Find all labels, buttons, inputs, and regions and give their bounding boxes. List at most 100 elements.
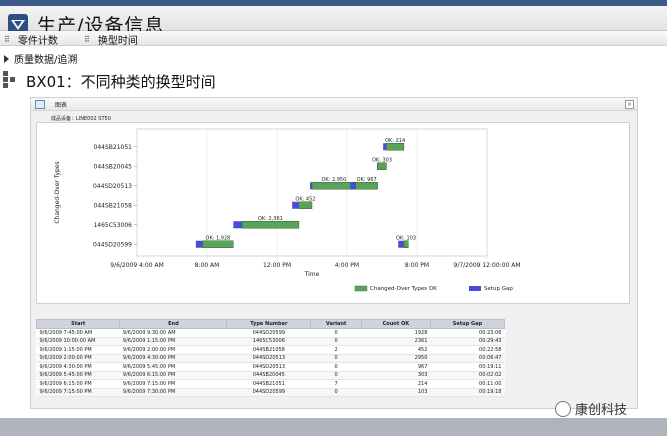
table-row[interactable]: 9/6/2009 10:00:00 AM 9/6/2009 1:15:00 PM 1… [36, 337, 505, 346]
setup-gap-bar [310, 182, 313, 190]
table-row[interactable]: 9/6/2009 6:15:00 PM 9/6/2009 7:15:00 PM 04… [36, 379, 505, 389]
close-icon[interactable]: × [625, 100, 634, 109]
grid-dots-icon [3, 71, 15, 88]
watermark-text: 康创科技 [575, 403, 628, 418]
y-tick-label: 044SB21058 [94, 202, 133, 209]
bar-data-label: OK: 103 [396, 235, 416, 241]
menu-item-changeover-time[interactable]: ⠿ 换型时间 [84, 32, 138, 47]
x-tick-label: 9/7/2009 12:00:00 AM [454, 262, 521, 269]
table-cell: 303 [361, 371, 431, 380]
menu-bullet-icon: ⠿ [4, 35, 10, 44]
x-tick-label: 9/6/2009 4:00 AM [110, 262, 164, 269]
table-row[interactable]: 9/6/2009 5:45:00 PM 9/6/2009 6:15:00 PM 04… [36, 371, 505, 380]
table-cell: 00:29:43 [430, 337, 505, 346]
table-cell: 9/6/2009 4:30:00 PM [36, 362, 120, 372]
table-cell: 9/6/2009 4:30:00 PM [119, 354, 227, 363]
table-cell: 9/6/2009 5:45:00 PM [119, 362, 227, 372]
table-cell: 9/6/2009 9:30:00 AM [119, 328, 227, 338]
table-cell: 9/6/2009 1:15:00 PM [36, 345, 120, 355]
table-row[interactable]: 9/6/2009 4:30:00 PM 9/6/2009 5:45:00 PM 04… [36, 362, 505, 372]
setup-gap-bar [383, 143, 387, 151]
table-cell: 452 [361, 345, 431, 355]
y-tick-label: 044SB20045 [94, 163, 133, 170]
table-cell: 2950 [361, 354, 431, 363]
y-axis-title: Changed-Over Types [54, 161, 61, 223]
table-cell: 9/6/2009 1:15:00 PM [119, 337, 227, 346]
table-cell: 214 [361, 379, 431, 389]
table-cell: 9/6/2009 6:15:00 PM [119, 371, 227, 380]
footer-bar [0, 418, 667, 436]
table-cell: 967 [361, 362, 431, 372]
section-quality-trace[interactable]: 质量数据/追溯 [4, 51, 77, 66]
table-cell: 1465C53006 [226, 337, 311, 346]
menu-bar: ⠿ 零件计数 ⠿ 换型时间 [0, 31, 667, 47]
table-row[interactable]: 9/6/2009 7:45:00 AM 9/6/2009 9:30:00 AM 04… [36, 328, 505, 338]
bar-data-label: OK: 452 [295, 196, 315, 202]
table-cell: 0 [310, 388, 362, 397]
table-cell: 044SD20599 [226, 388, 311, 397]
table-cell: 0 [310, 337, 362, 346]
y-tick-label: 044SD20599 [93, 241, 132, 248]
table-row[interactable]: 9/6/2009 2:00:00 PM 9/6/2009 4:30:00 PM 04… [36, 354, 505, 363]
table-cell: 9/6/2009 7:15:00 PM [119, 379, 227, 389]
bar-data-label: OK: 2,950 [321, 177, 346, 183]
bar-data-label: OK: 303 [372, 157, 392, 163]
column-header: Start [35, 319, 121, 329]
table-cell: 9/6/2009 2:00:00 PM [119, 345, 227, 355]
column-header: Type Number [226, 319, 312, 329]
bar-data-label: OK: 2,361 [258, 216, 283, 222]
table-row[interactable]: 9/6/2009 1:15:00 PM 9/6/2009 2:00:00 PM 04… [36, 345, 505, 355]
table-body: 9/6/2009 7:45:00 AM 9/6/2009 9:30:00 AM 04… [36, 328, 505, 397]
main-heading: BX01：不同种类的换型时间 [26, 73, 216, 91]
expand-arrow-icon [4, 54, 9, 63]
table-cell: 2361 [361, 337, 431, 346]
changeover-ok-bar [355, 182, 378, 190]
gantt-chart: 9/6/2009 4:00 AM 8:00 AM 12:00 PM 4:00 PM 8:… [36, 122, 630, 304]
bar-data-label: OK: 1,928 [206, 235, 231, 241]
table-cell: 00:22:58 [430, 345, 505, 355]
table-cell: 9/6/2009 10:00:00 AM [36, 337, 120, 346]
table-row[interactable]: 9/6/2009 7:15:00 PM 9/6/2009 7:30:00 PM 04… [36, 388, 505, 397]
column-header: Count OK [360, 319, 431, 329]
table-cell: 9/6/2009 2:00:00 PM [36, 354, 120, 363]
x-tick-label: 8:00 PM [405, 262, 429, 269]
table-cell: 044SD20513 [226, 354, 311, 363]
table-cell: 7 [310, 379, 362, 389]
changeover-ok-bar [298, 201, 313, 209]
y-tick-label: 044SD20513 [93, 183, 132, 190]
table-cell: 044SB21058 [226, 345, 311, 355]
legend-label-gap: Setup Gap [484, 286, 513, 292]
table-cell: 9/6/2009 7:15:00 PM [36, 388, 120, 397]
table-cell: 0 [310, 354, 362, 363]
table-cell: 00:19:18 [430, 388, 505, 397]
table-cell: 00:06:47 [430, 354, 505, 363]
x-axis-title: Time [304, 271, 320, 278]
plot-area [136, 128, 488, 257]
changeover-ok-bar [241, 221, 300, 229]
table-cell: 2 [310, 345, 362, 355]
table-cell: 00:19:11 [430, 362, 505, 372]
changeover-ok-bar [377, 162, 387, 170]
legend-label-ok: Changed-Over Types OK [370, 286, 437, 292]
setup-gap-bar [350, 182, 356, 190]
x-tick-label: 8:00 AM [195, 262, 220, 269]
chart-tab-label[interactable]: 图表 [55, 100, 67, 109]
changeover-table: Start End Type Number Variant Count OK S… [35, 319, 506, 397]
column-header: Setup Gap [429, 319, 506, 329]
legend-swatch-gap [469, 286, 481, 291]
table-cell: 00:02:02 [430, 371, 505, 380]
table-cell: 044SB21051 [226, 379, 311, 389]
watermark: 康创科技 [555, 399, 627, 418]
menu-item-label: 零件计数 [17, 36, 58, 47]
y-tick-label: 1465C53006 [93, 222, 132, 229]
setup-gap-bar [233, 221, 242, 229]
column-header: End [119, 319, 228, 329]
panel-header: 图表 × [31, 98, 637, 111]
chart-panel: 图表 × 成品设备：LINE002 ST50 9/6/2009 4:00 AM 8… [30, 97, 638, 409]
gantt-chart-svg: 9/6/2009 4:00 AM 8:00 AM 12:00 PM 4:00 PM 8:… [54, 128, 521, 292]
chart-tab-icon[interactable] [35, 100, 45, 109]
setup-gap-bar [195, 240, 203, 248]
menu-item-part-count[interactable]: ⠿ 零件计数 [4, 32, 58, 47]
table-cell: 00:11:00 [430, 379, 505, 389]
column-header: Variant [310, 319, 362, 329]
